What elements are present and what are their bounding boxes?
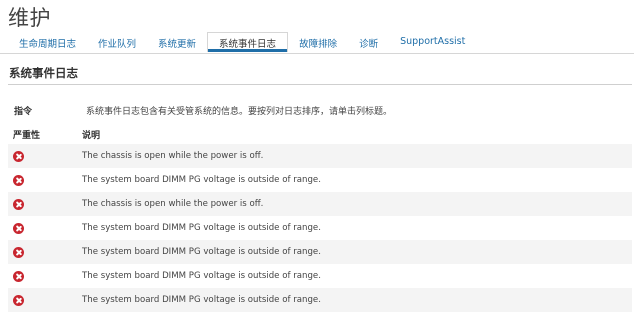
error-icon bbox=[13, 270, 24, 282]
section-divider bbox=[8, 84, 632, 85]
severity-cell bbox=[8, 222, 82, 234]
column-header-severity[interactable]: 严重性 bbox=[13, 128, 40, 141]
description-cell: The system board DIMM PG voltage is outs… bbox=[82, 295, 321, 305]
tab-lifecycle-log[interactable]: 生命周期日志 bbox=[8, 32, 87, 53]
description-cell: The chassis is open while the power is o… bbox=[82, 199, 264, 209]
error-icon bbox=[13, 294, 24, 306]
tab-job-queue[interactable]: 作业队列 bbox=[87, 32, 147, 53]
instruction-text: 系统事件日志包含有关受管系统的信息。要按列对日志排序，请单击列标题。 bbox=[86, 107, 393, 117]
section-title: 系统事件日志 bbox=[9, 66, 78, 80]
tab-troubleshooting[interactable]: 故障排除 bbox=[288, 32, 348, 53]
description-cell: The system board DIMM PG voltage is outs… bbox=[82, 271, 321, 281]
table-row: The chassis is open while the power is o… bbox=[8, 192, 632, 216]
table-row: The chassis is open while the power is o… bbox=[8, 144, 632, 168]
instruction-label: 指令 bbox=[14, 107, 33, 117]
page-title: 维护 bbox=[8, 6, 51, 30]
table-row: The system board DIMM PG voltage is outs… bbox=[8, 216, 632, 240]
event-log-table: The chassis is open while the power is o… bbox=[8, 144, 632, 312]
severity-cell bbox=[8, 198, 82, 210]
description-cell: The system board DIMM PG voltage is outs… bbox=[82, 175, 321, 185]
tab-system-event-log[interactable]: 系统事件日志 bbox=[207, 32, 289, 52]
error-icon bbox=[13, 150, 24, 162]
error-icon bbox=[13, 246, 24, 258]
column-header-description[interactable]: 说明 bbox=[82, 128, 100, 141]
error-icon bbox=[13, 222, 24, 234]
error-icon bbox=[13, 174, 24, 186]
tab-supportassist[interactable]: SupportAssist bbox=[389, 32, 476, 53]
table-row: The system board DIMM PG voltage is outs… bbox=[8, 288, 632, 312]
description-cell: The chassis is open while the power is o… bbox=[82, 151, 264, 161]
severity-cell bbox=[8, 270, 82, 282]
table-row: The system board DIMM PG voltage is outs… bbox=[8, 264, 632, 288]
table-row: The system board DIMM PG voltage is outs… bbox=[8, 240, 632, 264]
description-cell: The system board DIMM PG voltage is outs… bbox=[82, 247, 321, 257]
description-cell: The system board DIMM PG voltage is outs… bbox=[82, 223, 321, 233]
severity-cell bbox=[8, 294, 82, 306]
severity-cell bbox=[8, 150, 82, 162]
tab-diagnostics[interactable]: 诊断 bbox=[348, 32, 389, 53]
error-icon bbox=[13, 198, 24, 210]
severity-cell bbox=[8, 246, 82, 258]
severity-cell bbox=[8, 174, 82, 186]
tab-system-update[interactable]: 系统更新 bbox=[147, 32, 207, 53]
tab-bar: 生命周期日志 作业队列 系统更新 系统事件日志 故障排除 诊断 SupportA… bbox=[8, 32, 476, 54]
table-row: The system board DIMM PG voltage is outs… bbox=[8, 168, 632, 192]
tab-divider bbox=[0, 53, 634, 54]
